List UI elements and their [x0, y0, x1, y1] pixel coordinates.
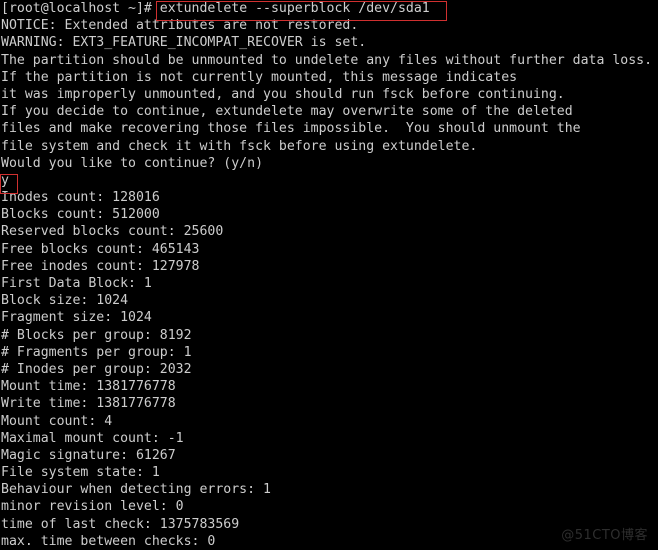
output-line: WARNING: EXT3_FEATURE_INCOMPAT_RECOVER i… — [1, 35, 367, 51]
output-line: If the partition is not currently mounte… — [1, 69, 518, 85]
superblock-line: # Inodes per group: 2032 — [1, 361, 192, 377]
terminal-screen: # [root@localhost ~]# extundelete --supe… — [1, 0, 658, 550]
user-answer-input[interactable]: y — [1, 172, 658, 189]
superblock-line: Behaviour when detecting errors: 1 — [1, 482, 271, 498]
output-line: NOTICE: Extended attributes are not rest… — [1, 18, 359, 34]
superblock-line: Blocks count: 512000 — [1, 207, 160, 223]
output-line: file system and check it with fsck befor… — [1, 138, 478, 154]
superblock-line: Block size: 1024 — [1, 293, 129, 309]
superblock-line: Fragment size: 1024 — [1, 310, 152, 326]
output-line: files and make recovering those files im… — [1, 121, 581, 137]
superblock-line: Free inodes count: 127978 — [1, 258, 200, 274]
superblock-line: Write time: 1381776778 — [1, 396, 176, 412]
superblock-line: Free blocks count: 465143 — [1, 241, 200, 257]
superblock-line: First Data Block: 1 — [1, 276, 152, 291]
output-line: it was improperly unmounted, and you sho… — [1, 86, 565, 102]
command-prompt-line: [root@localhost ~]# extundelete --superb… — [1, 0, 658, 17]
superblock-line: max. time between checks: 0 — [1, 533, 216, 549]
shell-prompt: [root@localhost ~]# — [1, 1, 160, 16]
confirm-prompt-line: Would you like to continue? (y/n) — [1, 155, 264, 171]
superblock-line: Mount count: 4 — [1, 413, 113, 429]
superblock-line: Mount time: 1381776778 — [1, 379, 176, 395]
terminal-window[interactable]: # [root@localhost ~]# extundelete --supe… — [0, 0, 658, 550]
superblock-line: # Fragments per group: 1 — [1, 344, 192, 360]
output-line: The partition should be unmounted to und… — [1, 52, 653, 68]
typed-command[interactable]: extundelete --superblock /dev/sda1 — [160, 0, 430, 17]
superblock-line: Maximal mount count: -1 — [1, 430, 184, 446]
output-line: If you decide to continue, extundelete m… — [1, 104, 573, 120]
superblock-line: # Blocks per group: 8192 — [1, 327, 192, 343]
superblock-line: minor revision level: 0 — [1, 499, 184, 515]
superblock-line: Reserved blocks count: 25600 — [1, 224, 224, 240]
superblock-line: File system state: 1 — [1, 465, 160, 481]
site-watermark: @51CTO博客 — [561, 527, 648, 543]
superblock-line: time of last check: 1375783569 — [1, 516, 240, 532]
superblock-line: Magic signature: 61267 — [1, 447, 176, 463]
superblock-line: Inodes count: 128016 — [1, 190, 160, 206]
